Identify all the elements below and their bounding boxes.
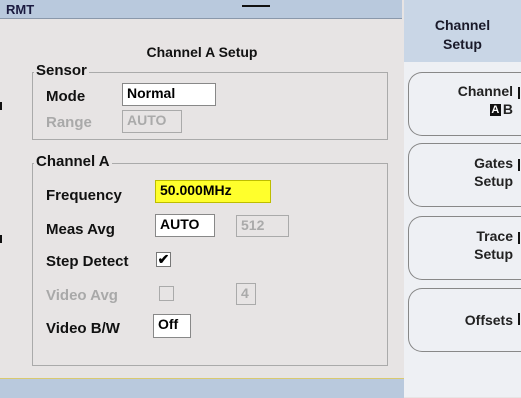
video-avg-label: Video Avg	[46, 287, 118, 304]
menu-title: Channel Setup	[404, 0, 521, 62]
step-detect-label: Step Detect	[46, 253, 129, 270]
range-label: Range	[46, 114, 92, 131]
softkey-gates-label: Gates	[474, 155, 513, 171]
channel-a-legend: Channel A	[34, 153, 112, 170]
softkey-trace-label2: Setup	[474, 246, 513, 262]
menu-title-line2: Setup	[443, 36, 482, 52]
edge-marker	[0, 235, 2, 243]
video-avg-count-field: 4	[236, 283, 256, 305]
page-title: Channel A Setup	[146, 44, 258, 60]
channel-b-option: B	[502, 101, 513, 117]
softkey-channel[interactable]: Channel AB	[408, 72, 521, 136]
status-bar: RMT	[0, 0, 402, 19]
video-bw-label: Video B/W	[46, 320, 120, 337]
channel-a-selected: A	[489, 104, 501, 117]
softkey-offsets[interactable]: Offsets	[408, 288, 521, 352]
mode-label: Mode	[46, 88, 86, 105]
meas-avg-count-field: 512	[236, 215, 289, 237]
menu-title-line1: Channel	[434, 17, 491, 33]
softkey-arrow-icon	[518, 313, 520, 325]
status-indicator	[242, 5, 270, 7]
setup-panel: RMT Channel A Setup Sensor Mode Normal R…	[0, 0, 404, 398]
softkey-menu: Channel Setup Channel AB Gates Setup Tra…	[404, 0, 521, 397]
frequency-field[interactable]: 50.000MHz	[155, 180, 271, 203]
step-detect-checkbox[interactable]: ✔	[156, 252, 171, 267]
softkey-offsets-label: Offsets	[464, 312, 513, 328]
sensor-legend: Sensor	[34, 62, 89, 79]
mode-field[interactable]: Normal	[122, 83, 216, 106]
video-avg-checkbox	[159, 286, 174, 301]
softkey-arrow-icon	[518, 159, 520, 171]
range-field: AUTO	[122, 110, 182, 133]
meas-avg-field[interactable]: AUTO	[155, 214, 215, 237]
softkey-channel-label: Channel	[457, 83, 513, 99]
softkey-gates-setup[interactable]: Gates Setup	[408, 143, 521, 207]
softkey-trace-setup[interactable]: Trace Setup	[408, 216, 521, 280]
softkey-arrow-icon	[518, 232, 520, 244]
meas-avg-label: Meas Avg	[46, 221, 115, 238]
edge-marker	[0, 102, 2, 110]
softkey-arrow-icon	[518, 87, 520, 99]
softkey-trace-label: Trace	[476, 228, 513, 244]
video-bw-field[interactable]: Off	[153, 314, 191, 338]
message-bar	[0, 378, 404, 398]
softkey-gates-label2: Setup	[474, 173, 513, 189]
remote-status: RMT	[6, 2, 35, 17]
frequency-label: Frequency	[46, 187, 122, 204]
